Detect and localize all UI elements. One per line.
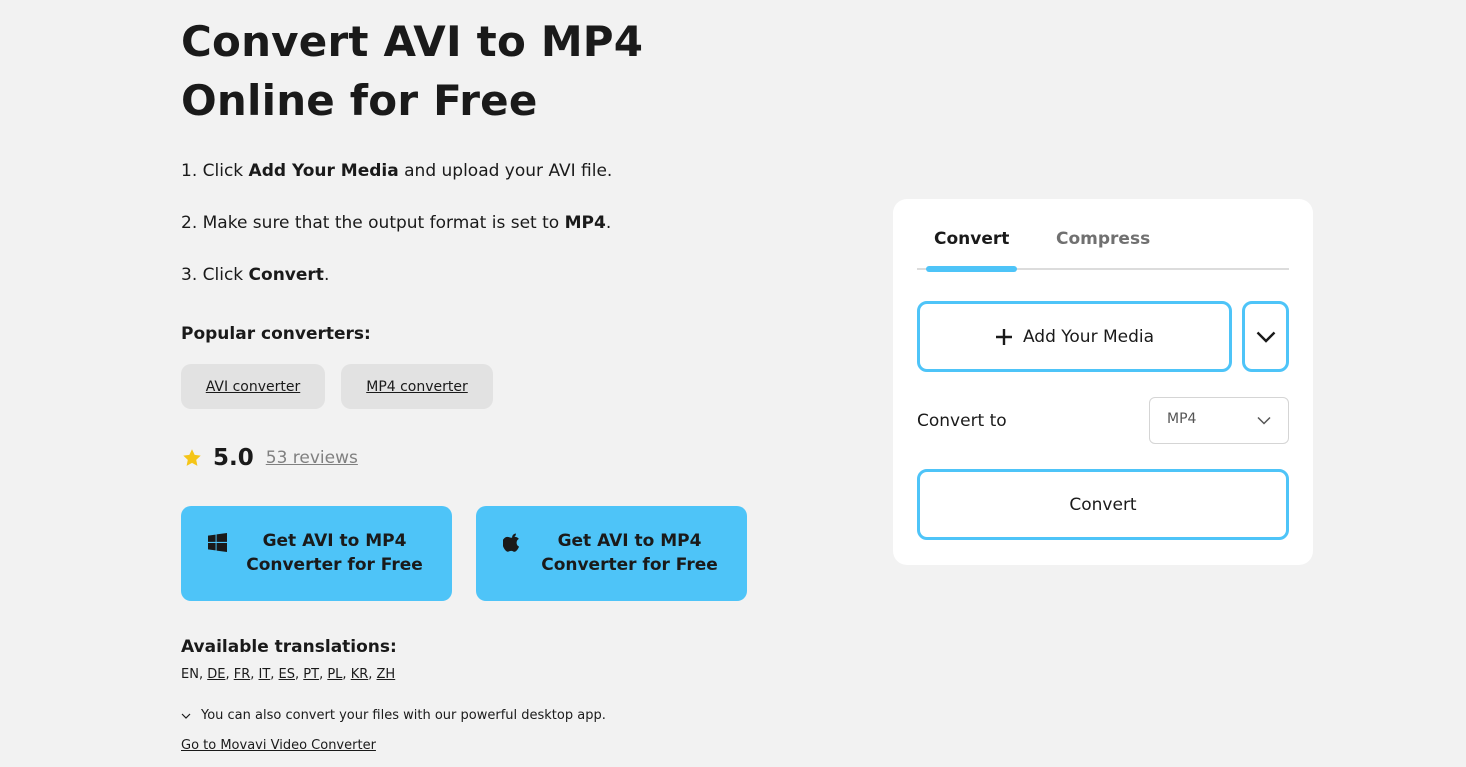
page-title: Convert AVI to MP4 Online for Free — [181, 12, 741, 130]
desktop-app-note: You can also convert your files with our… — [201, 708, 606, 723]
language-link-de[interactable]: DE — [207, 667, 225, 682]
language-link-es[interactable]: ES — [279, 667, 295, 682]
step-3: 3. Click Convert. — [181, 263, 329, 287]
language-link-zh[interactable]: ZH — [377, 667, 396, 682]
download-windows-label-line1: Get AVI to MP4 — [262, 531, 407, 551]
mp4-converter-link[interactable]: MP4 converter — [341, 364, 493, 409]
plus-icon — [995, 328, 1012, 345]
chevron-down-icon — [181, 713, 191, 719]
tab-convert[interactable]: Convert — [934, 227, 1009, 251]
step-1-suffix: and upload your AVI file. — [398, 161, 613, 181]
add-media-dropdown-button[interactable] — [1242, 301, 1289, 372]
step-2-prefix: 2. Make sure that the output format is s… — [181, 213, 565, 233]
active-tab-indicator — [926, 266, 1017, 272]
language-link-it[interactable]: IT — [259, 667, 271, 682]
download-windows-button[interactable]: Get AVI to MP4 Converter for Free — [181, 506, 452, 601]
language-list: EN, DE, FR, IT, ES, PT, PL, KR, ZH — [181, 667, 396, 682]
reviews-link[interactable]: 53 reviews — [266, 448, 358, 468]
add-media-button[interactable]: Add Your Media — [917, 301, 1232, 372]
star-icon — [183, 449, 201, 466]
step-1: 1. Click Add Your Media and upload your … — [181, 159, 612, 183]
translations-title: Available translations: — [181, 637, 397, 657]
go-to-movavi-link[interactable]: Go to Movavi Video Converter — [181, 737, 376, 755]
output-format-value: MP4 — [1167, 411, 1197, 427]
rating: 5.0 53 reviews — [181, 442, 358, 474]
language-link-pt[interactable]: PT — [303, 667, 319, 682]
convert-to-label: Convert to — [917, 411, 1007, 431]
add-media-label: Add Your Media — [1022, 326, 1155, 347]
step-3-bold: Convert — [248, 265, 324, 285]
step-2-bold: MP4 — [564, 213, 606, 233]
download-mac-label-line2: Converter for Free — [541, 555, 718, 575]
convert-button[interactable]: Convert — [917, 469, 1289, 540]
download-windows-label: Get AVI to MP4 Converter for Free — [235, 529, 434, 577]
rating-value: 5.0 — [213, 445, 254, 471]
step-2: 2. Make sure that the output format is s… — [181, 211, 611, 235]
step-1-prefix: 1. Click — [181, 161, 249, 181]
language-link-kr[interactable]: KR — [351, 667, 369, 682]
language-link-fr[interactable]: FR — [234, 667, 251, 682]
step-3-prefix: 3. Click — [181, 265, 249, 285]
page-title-line1: Convert AVI to MP4 — [181, 17, 644, 66]
output-format-select[interactable]: MP4 — [1149, 397, 1289, 444]
download-mac-label-line1: Get AVI to MP4 — [557, 531, 702, 551]
page: Convert AVI to MP4 Online for Free 1. Cl… — [0, 0, 1466, 767]
step-1-bold: Add Your Media — [248, 161, 399, 181]
download-mac-button[interactable]: Get AVI to MP4 Converter for Free — [476, 506, 747, 601]
step-3-suffix: . — [323, 265, 330, 285]
download-windows-label-line2: Converter for Free — [246, 555, 423, 575]
converter-card: Convert Compress Add Your Media Convert … — [893, 199, 1313, 565]
popular-converters-title: Popular converters: — [181, 324, 371, 344]
language-link-pl[interactable]: PL — [327, 667, 342, 682]
desktop-app-toggle[interactable]: You can also convert your files with our… — [181, 707, 606, 725]
chevron-down-icon — [1256, 331, 1275, 343]
step-2-suffix: . — [605, 213, 612, 233]
chevron-down-icon — [1257, 416, 1271, 425]
avi-converter-link[interactable]: AVI converter — [181, 364, 325, 409]
download-mac-label: Get AVI to MP4 Converter for Free — [530, 529, 729, 577]
language-current: EN — [181, 667, 199, 682]
tab-compress[interactable]: Compress — [1056, 227, 1150, 251]
page-title-line2: Online for Free — [181, 76, 538, 125]
apple-icon — [503, 533, 520, 552]
windows-icon — [208, 533, 227, 552]
